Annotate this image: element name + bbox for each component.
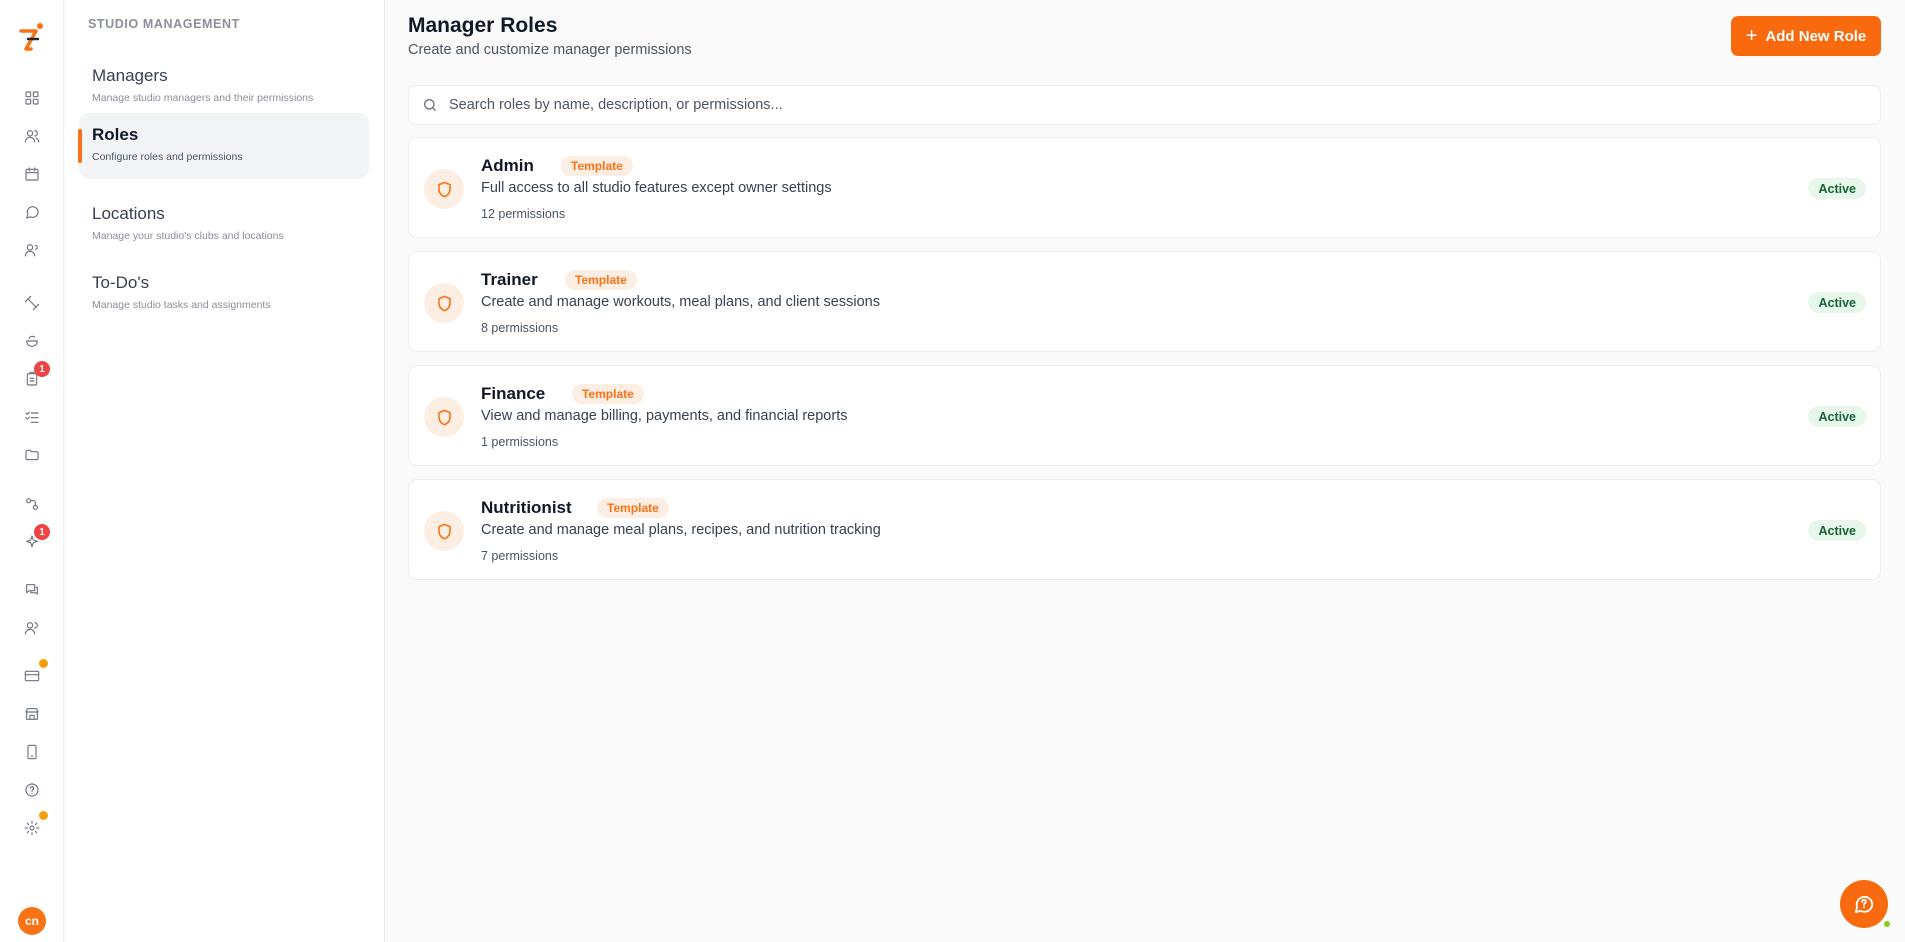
status-badge: Active	[1808, 178, 1866, 199]
user-avatar[interactable]: cn	[18, 907, 46, 935]
subnav-item-roles[interactable]: Roles Configure roles and permissions	[78, 113, 369, 179]
app-logo[interactable]	[18, 22, 46, 52]
nutrition-icon[interactable]	[22, 331, 42, 351]
icon-rail: 1 1 cn	[0, 0, 64, 942]
subnav-item-todos[interactable]: To-Do's Manage studio tasks and assignme…	[79, 261, 369, 327]
workouts-icon[interactable]	[22, 293, 42, 313]
role-permission-count: 12 permissions	[481, 207, 566, 221]
subnav-item-title: Roles	[92, 125, 139, 144]
subnav-item-managers[interactable]: Managers Manage studio managers and thei…	[79, 54, 369, 120]
clients-icon[interactable]	[22, 126, 42, 146]
calendar-icon[interactable]	[22, 164, 42, 184]
search-input[interactable]	[449, 86, 1849, 124]
subnav-item-desc: Manage your studio's clubs and locations	[92, 230, 284, 242]
role-name: Trainer	[481, 270, 538, 289]
members-icon[interactable]	[22, 618, 42, 638]
role-name: Admin	[481, 156, 534, 175]
studio-management-nav: STUDIO MANAGEMENT Managers Manage studio…	[65, 0, 385, 942]
integrations-icon[interactable]	[22, 494, 42, 514]
settings-notification-dot	[38, 810, 49, 821]
role-card-trainer[interactable]: Trainer Template Create and manage worko…	[408, 251, 1881, 352]
folder-icon[interactable]	[22, 445, 42, 465]
chat-bubbles-icon[interactable]	[22, 580, 42, 600]
role-description: Create and manage meal plans, recipes, a…	[481, 522, 881, 538]
template-badge: Template	[597, 498, 669, 518]
settings-gear-icon[interactable]	[22, 818, 42, 838]
shield-icon	[424, 511, 464, 551]
role-card-admin[interactable]: Admin Template Full access to all studio…	[408, 137, 1881, 238]
main-content: Manager Roles Create and customize manag…	[385, 0, 1905, 942]
role-permission-count: 1 permissions	[481, 435, 559, 449]
plus-icon: +	[1745, 25, 1758, 47]
tasks-badge: 1	[34, 361, 50, 377]
shield-icon	[424, 169, 464, 209]
template-badge: Template	[572, 384, 644, 404]
search-bar	[408, 85, 1881, 125]
online-status-dot	[1883, 920, 1891, 928]
checklist-icon[interactable]	[22, 407, 42, 427]
role-card-nutritionist[interactable]: Nutritionist Template Create and manage …	[408, 479, 1881, 580]
role-permission-count: 8 permissions	[481, 321, 559, 335]
role-permission-count: 7 permissions	[481, 549, 559, 563]
status-badge: Active	[1808, 292, 1866, 313]
section-label: STUDIO MANAGEMENT	[88, 17, 240, 31]
billing-notification-dot	[38, 658, 49, 669]
subnav-item-desc: Manage studio tasks and assignments	[92, 299, 271, 311]
subnav-item-title: To-Do's	[92, 273, 150, 292]
store-icon[interactable]	[22, 704, 42, 724]
support-chat-button[interactable]	[1840, 880, 1888, 928]
dashboard-icon[interactable]	[22, 88, 42, 108]
team-icon[interactable]	[22, 240, 42, 260]
role-name: Finance	[481, 384, 546, 403]
status-badge: Active	[1808, 406, 1866, 427]
template-badge: Template	[561, 156, 633, 176]
status-badge: Active	[1808, 520, 1866, 541]
subnav-item-locations[interactable]: Locations Manage your studio's clubs and…	[79, 192, 369, 258]
billing-card-icon[interactable]	[22, 666, 42, 686]
add-new-role-button[interactable]: + Add New Role	[1731, 16, 1881, 56]
search-icon	[424, 99, 436, 111]
page-title: Manager Roles	[408, 14, 558, 37]
role-description: Create and manage workouts, meal plans, …	[481, 294, 880, 310]
subnav-item-desc: Manage studio managers and their permiss…	[92, 92, 314, 104]
role-name: Nutritionist	[481, 498, 572, 517]
shield-icon	[424, 283, 464, 323]
role-card-finance[interactable]: Finance Template View and manage billing…	[408, 365, 1881, 466]
subnav-item-title: Managers	[92, 66, 168, 85]
shield-icon	[424, 397, 464, 437]
page-subtitle: Create and customize manager permissions	[408, 42, 692, 58]
template-badge: Template	[565, 270, 637, 290]
ai-badge: 1	[34, 524, 50, 540]
mobile-app-icon[interactable]	[22, 742, 42, 762]
messages-icon[interactable]	[22, 202, 42, 222]
role-description: View and manage billing, payments, and f…	[481, 408, 848, 424]
chat-help-icon	[1854, 895, 1874, 914]
add-new-role-label: Add New Role	[1765, 27, 1867, 45]
help-icon[interactable]	[22, 780, 42, 800]
role-description: Full access to all studio features excep…	[481, 180, 832, 196]
subnav-item-title: Locations	[92, 204, 165, 223]
subnav-item-desc: Configure roles and permissions	[92, 151, 243, 163]
